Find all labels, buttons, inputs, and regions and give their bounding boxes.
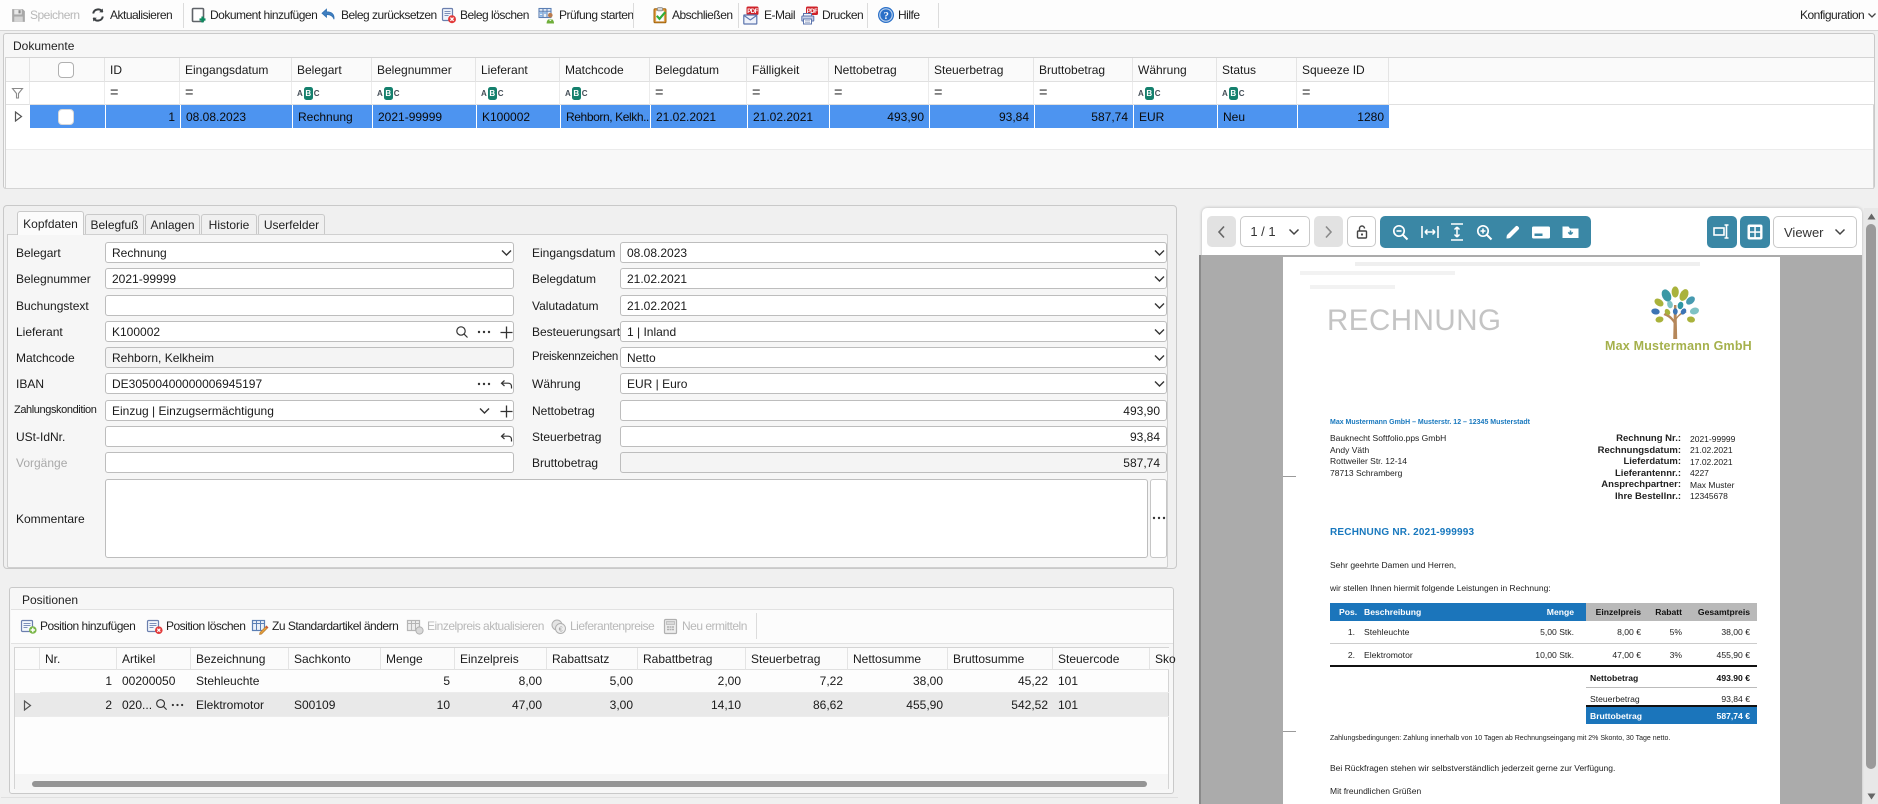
- svg-text:?: ?: [884, 11, 889, 22]
- svg-text:€: €: [559, 626, 563, 633]
- svg-text:PDF: PDF: [747, 9, 758, 15]
